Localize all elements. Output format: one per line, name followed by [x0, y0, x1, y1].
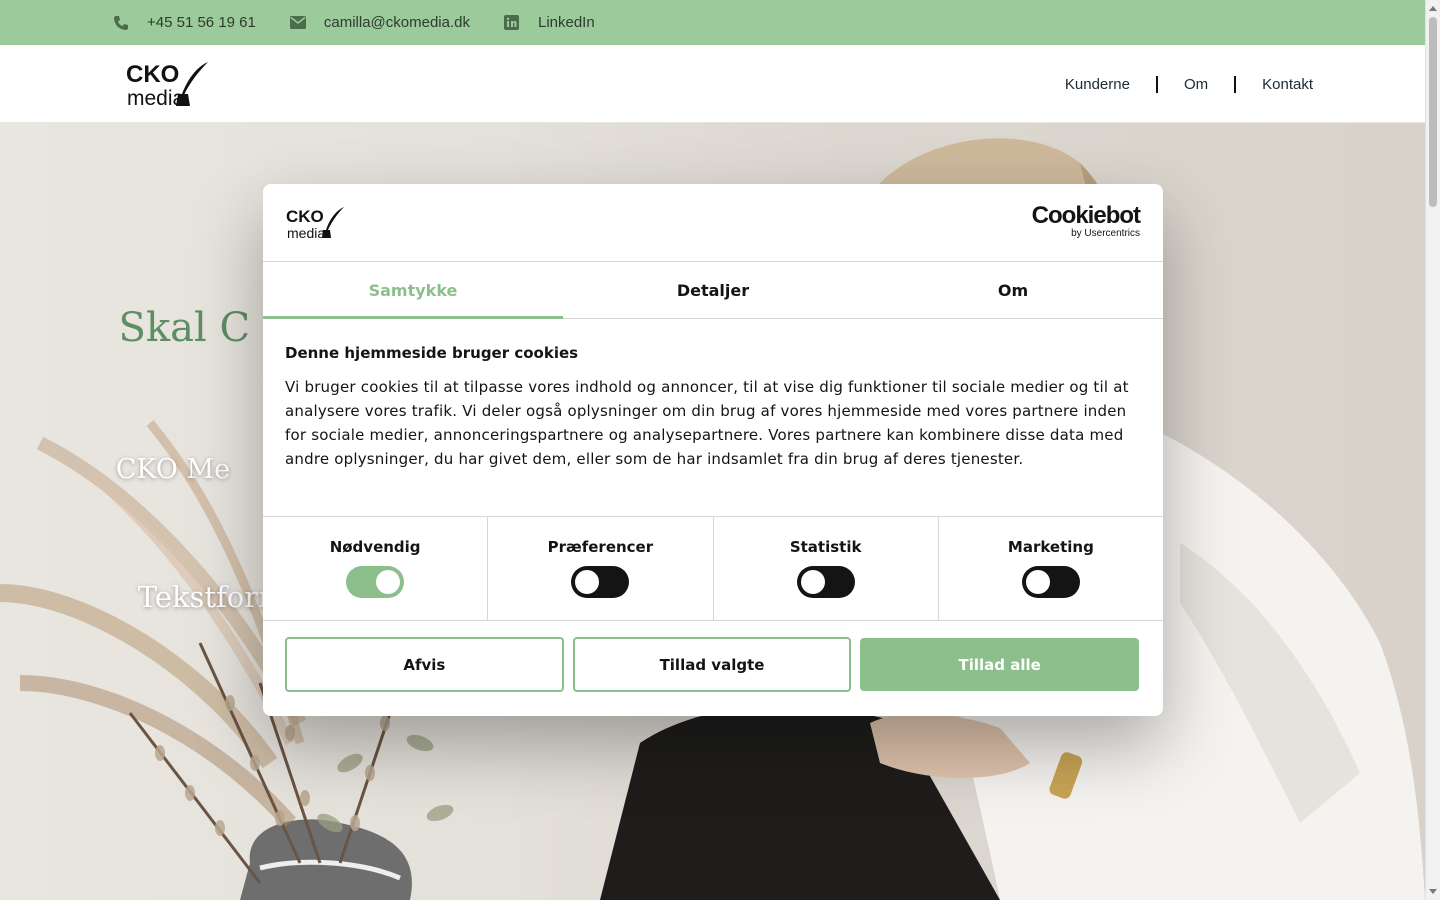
consent-toggles: Nødvendig Præferencer Statistik Marketin…	[263, 517, 1163, 621]
toggle-group-necessary: Nødvendig	[263, 517, 489, 620]
decline-button[interactable]: Afvis	[285, 637, 564, 692]
dialog-heading: Denne hjemmeside bruger cookies	[285, 344, 579, 362]
dialog-header: CKO media Cookiebot by Usercentrics	[263, 184, 1163, 262]
email-address: camilla@ckomedia.dk	[323, 14, 470, 31]
toggle-knob	[800, 570, 825, 594]
dialog-actions: Afvis Tillad valgte Tillad alle	[263, 621, 1163, 692]
toggle-label-preferences: Præferencer	[547, 538, 654, 556]
linkedin-icon	[503, 14, 521, 32]
page-scrollbar[interactable]	[1425, 0, 1440, 900]
linkedin-link[interactable]: LinkedIn	[503, 14, 595, 32]
nav-item-om[interactable]: Om	[1158, 76, 1234, 93]
toggle-label-marketing: Marketing	[1007, 538, 1094, 556]
toggle-switch-statistics[interactable]	[796, 566, 855, 598]
quill-icon	[322, 207, 344, 238]
scroll-down-arrow-icon[interactable]	[1429, 889, 1437, 894]
nav-item-kontakt[interactable]: Kontakt	[1236, 76, 1313, 93]
toggle-group-marketing: Marketing	[939, 517, 1163, 620]
cookie-consent-dialog: CKO media Cookiebot by Usercentrics Samt…	[263, 184, 1163, 716]
scroll-up-arrow-icon[interactable]	[1429, 6, 1437, 11]
toggle-switch-marketing[interactable]	[1021, 566, 1080, 598]
toggle-knob	[376, 570, 401, 594]
toggle-label-statistics: Statistik	[789, 538, 862, 556]
nav-item-kunderne[interactable]: Kunderne	[1039, 76, 1156, 93]
envelope-icon	[289, 14, 307, 32]
quill-icon	[176, 62, 208, 106]
tab-samtykke[interactable]: Samtykke	[263, 262, 563, 319]
top-info-bar: +45 51 56 19 61 camilla@ckomedia.dk Link…	[0, 0, 1425, 45]
cookiebot-logo[interactable]: Cookiebot by Usercentrics	[1031, 202, 1141, 240]
dialog-body: Denne hjemmeside bruger cookies Vi bruge…	[263, 319, 1163, 517]
cookiebot-brand: Cookiebot	[1031, 202, 1141, 229]
allow-selected-button[interactable]: Tillad valgte	[572, 637, 852, 692]
allow-all-button[interactable]: Tillad alle	[860, 638, 1140, 691]
logo-bottom-text: media	[127, 87, 185, 108]
dialog-description: Vi bruger cookies til at tilpasse vores …	[285, 378, 1129, 468]
phone-icon	[112, 14, 130, 32]
email-link[interactable]: camilla@ckomedia.dk	[289, 14, 470, 32]
scrollbar-thumb[interactable]	[1429, 17, 1437, 207]
toggle-knob	[1025, 570, 1050, 594]
tab-om[interactable]: Om	[863, 262, 1163, 318]
toggle-group-preferences: Præferencer	[488, 517, 714, 620]
linkedin-label: LinkedIn	[537, 14, 595, 31]
dialog-logo-top-text: CKO	[286, 207, 324, 226]
toggle-switch-preferences[interactable]	[571, 566, 630, 598]
toggle-knob	[575, 570, 600, 594]
phone-link[interactable]: +45 51 56 19 61	[112, 14, 256, 32]
toggle-switch-necessary[interactable]	[346, 566, 405, 598]
toggle-label-necessary: Nødvendig	[329, 538, 421, 556]
tab-detaljer[interactable]: Detaljer	[563, 262, 863, 318]
cookiebot-byline: by Usercentrics	[1071, 228, 1140, 239]
site-logo[interactable]: CKO media	[126, 60, 212, 110]
toggle-group-statistics: Statistik	[714, 517, 939, 620]
dialog-tabs: Samtykke Detaljer Om	[263, 262, 1163, 319]
phone-number: +45 51 56 19 61	[147, 14, 256, 31]
main-nav: Kunderne Om Kontakt	[1039, 45, 1313, 123]
logo-top-text: CKO	[126, 61, 179, 88]
dialog-logo-bottom-text: media	[287, 225, 325, 240]
dialog-logo: CKO media	[286, 206, 346, 241]
site-header: CKO media Kunderne Om Kontakt	[0, 45, 1425, 123]
